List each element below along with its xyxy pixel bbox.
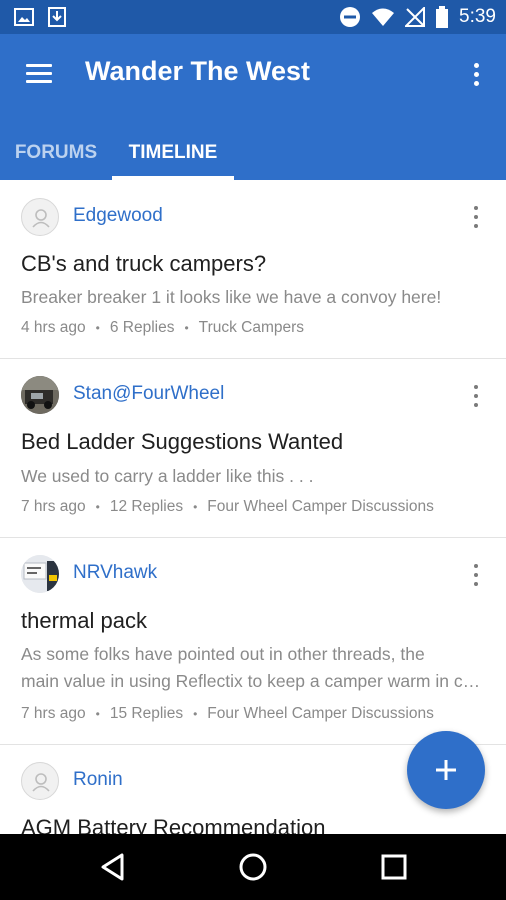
image-icon [14,8,34,26]
default-user-icon [32,209,50,228]
avatar[interactable] [21,198,59,236]
app-bar: Wander The West FORUMS TIMELINE [0,34,506,180]
post-title[interactable]: Bed Ladder Suggestions Wanted [21,429,343,455]
avatar[interactable] [21,762,59,800]
new-post-button[interactable] [407,731,485,809]
post-time: 7 hrs ago [21,498,86,515]
post-title[interactable]: thermal pack [21,608,147,634]
post-author[interactable]: Stan@FourWheel [73,383,224,405]
status-bar: 5:39 [0,0,506,34]
status-time: 5:39 [459,6,496,27]
post-meta: 7 hrs ago • 15 Replies • Four Wheel Camp… [21,705,434,723]
post-excerpt: We used to carry a ladder like this . . … [21,466,314,486]
tab-timeline[interactable]: TIMELINE [112,126,234,180]
post-forum[interactable]: Truck Campers [199,319,304,337]
tab-forums[interactable]: FORUMS [0,126,112,180]
post-author[interactable]: NRVhawk [73,562,157,584]
system-nav-bar [0,834,506,900]
post-replies: 12 Replies [109,498,184,515]
hamburger-menu-icon[interactable] [22,60,58,88]
post-replies: 15 Replies [109,705,184,722]
timeline-post[interactable]: Stan@FourWheel Bed Ladder Suggestions Wa… [0,359,506,538]
post-excerpt-line: As some folks have pointed out in other … [21,644,425,664]
timeline-post[interactable]: NRVhawk thermal pack As some folks have … [0,538,506,745]
back-icon[interactable] [98,851,130,883]
home-icon[interactable] [237,851,269,883]
post-author[interactable]: Ronin [73,769,123,791]
post-overflow-icon[interactable] [468,205,484,229]
post-excerpt-line: main value in using Reflectix to keep a … [21,671,489,691]
default-user-icon [32,773,50,792]
battery-icon [436,6,449,28]
recents-icon[interactable] [378,851,410,883]
tab-bar: FORUMS TIMELINE [0,126,506,180]
avatar[interactable] [21,376,59,414]
post-title[interactable]: CB's and truck campers? [21,251,266,277]
post-forum[interactable]: Four Wheel Camper Discussions [207,705,434,723]
app-title: Wander The West [85,56,311,86]
post-forum[interactable]: Four Wheel Camper Discussions [207,498,434,516]
post-time: 7 hrs ago [21,705,86,722]
user-photo-avatar [21,376,59,414]
post-meta: 7 hrs ago • 12 Replies • Four Wheel Camp… [21,498,434,516]
post-title[interactable]: AGM Battery Recommendation [21,815,325,834]
post-overflow-icon[interactable] [468,563,484,587]
post-overflow-icon[interactable] [468,384,484,408]
user-photo-avatar [21,555,59,593]
post-author[interactable]: Edgewood [73,205,163,227]
do-not-disturb-icon [340,7,361,27]
download-icon [48,7,66,27]
timeline-post[interactable]: Edgewood CB's and truck campers? Breaker… [0,180,506,359]
post-time: 4 hrs ago [21,319,86,336]
no-signal-icon [405,7,426,27]
avatar[interactable] [21,555,59,593]
post-meta: 4 hrs ago • 6 Replies • Truck Campers [21,319,305,337]
wifi-icon [372,8,395,26]
plus-icon [436,760,456,780]
post-excerpt: Breaker breaker 1 it looks like we have … [21,287,442,307]
post-replies: 6 Replies [109,319,175,336]
overflow-menu-icon[interactable] [464,60,488,90]
